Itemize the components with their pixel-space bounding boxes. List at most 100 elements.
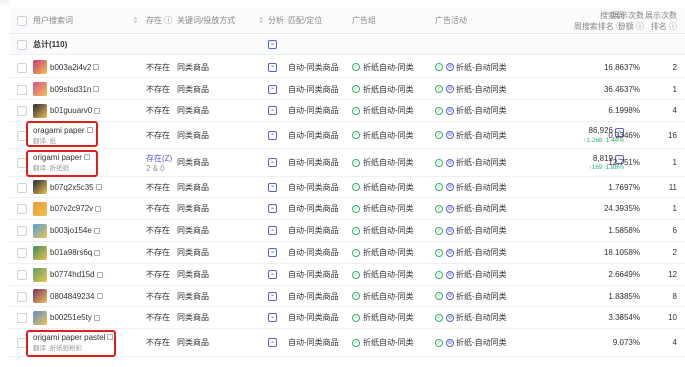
trend-chart-icon[interactable]: ⌁ [268,182,277,192]
keyword-text[interactable]: b003jo154e [50,226,92,235]
row-checkbox[interactable] [17,270,27,280]
trend-chart-icon[interactable]: ⌁ [268,270,277,279]
adgroup-cell[interactable]: ✓ 折纸自动-同类 [352,198,414,219]
adgroup-cell[interactable]: ✓ 折纸自动-同类 [352,100,414,121]
adgroup-cell[interactable]: ✓ 折纸自动-同类 [352,122,414,148]
adgroup-name[interactable]: 折纸自动-同类 [363,312,414,323]
campaign-cell[interactable]: ✓ ⚙ 折纸-自动同类 [435,100,507,121]
keyword-text[interactable]: b01a98rs6q [50,248,92,257]
adgroup-cell[interactable]: ✓ 折纸自动-同类 [352,177,414,197]
campaign-cell[interactable]: ✓ ⚙ 折纸-自动同类 [435,220,507,241]
row-checkbox[interactable] [17,40,27,50]
campaign-name[interactable]: 折纸-自动同类 [456,247,507,258]
total-chart-icon[interactable]: ⌁ [268,35,277,54]
adgroup-name[interactable]: 折纸自动-同类 [363,291,414,302]
sort-icon[interactable]: ⇕ [132,16,139,25]
adgroup-cell[interactable]: ✓ 折纸自动-同类 [352,79,414,99]
adgroup-name[interactable]: 折纸自动-同类 [363,203,414,214]
campaign-cell[interactable]: ✓ ⚙ 折纸-自动同类 [435,242,507,263]
product-thumbnail[interactable] [33,223,47,238]
adgroup-cell[interactable]: ✓ 折纸自动-同类 [352,286,414,306]
adgroup-name[interactable]: 折纸自动-同类 [363,130,414,141]
campaign-cell[interactable]: ✓ ⚙ 折纸-自动同类 [435,79,507,99]
trend-chart-icon[interactable]: ⌁ [268,106,277,115]
campaign-name[interactable]: 折纸-自动同类 [456,105,507,116]
row-checkbox[interactable] [17,62,27,73]
adgroup-cell[interactable]: ✓ 折纸自动-同类 [352,57,414,77]
campaign-name[interactable]: 折纸-自动同类 [456,182,507,193]
campaign-name[interactable]: 折纸-自动同类 [456,203,507,214]
product-thumbnail[interactable] [33,60,47,74]
campaign-cell[interactable]: ✓ ⚙ 折纸-自动同类 [435,264,507,285]
campaign-cell[interactable]: ✓ ⚙ 折纸-自动同类 [435,177,507,197]
adgroup-cell[interactable]: ✓ 折纸自动-同类 [352,307,414,328]
keyword-text[interactable]: b07q2x5c35 [50,183,94,192]
adgroup-cell[interactable]: ✓ 折纸自动-同类 [352,264,414,285]
adgroup-cell[interactable]: ✓ 折纸自动-同类 [352,329,414,356]
trend-chart-icon[interactable]: ⌁ [268,291,277,301]
keyword-text[interactable]: b09sfsd31n [50,85,91,94]
row-checkbox[interactable] [17,204,27,214]
col-keyword-sort[interactable]: ⇕ [129,8,139,33]
adgroup-name[interactable]: 折纸自动-同类 [363,62,414,73]
campaign-cell[interactable]: ✓ ⚙ 折纸-自动同类 [435,198,507,219]
campaign-name[interactable]: 折纸-自动同类 [456,62,507,73]
adgroup-name[interactable]: 折纸自动-同类 [363,269,414,280]
trend-chart-icon[interactable]: ⌁ [268,62,277,72]
external-link-icon[interactable] [93,314,100,321]
external-link-icon[interactable] [96,271,103,278]
row-checkbox[interactable] [17,106,27,116]
adgroup-name[interactable]: 折纸自动-同类 [363,84,414,95]
adgroup-cell[interactable]: ✓ 折纸自动-同类 [352,242,414,263]
campaign-name[interactable]: 折纸-自动同类 [456,130,507,141]
adgroup-name[interactable]: 折纸自动-同类 [363,247,414,258]
campaign-cell[interactable]: ✓ ⚙ 折纸-自动同类 [435,122,507,148]
keyword-text[interactable]: b07v2c972v [50,204,93,213]
trend-chart-icon[interactable]: ⌁ [268,248,277,257]
campaign-name[interactable]: 折纸-自动同类 [456,337,507,348]
sort-icon[interactable]: ⇕ [258,16,265,25]
external-link-icon[interactable] [93,86,100,92]
product-thumbnail[interactable] [33,180,47,194]
adgroup-cell[interactable]: ✓ 折纸自动-同类 [352,149,414,176]
keyword-text[interactable]: b0774hd15d [50,270,95,279]
select-all-checkbox[interactable] [17,16,27,26]
col-type-sort[interactable]: ⇕ [255,8,265,33]
campaign-name[interactable]: 折纸-自动同类 [456,291,507,302]
trend-chart-icon[interactable]: ⌁ [268,338,277,347]
row-checkbox[interactable] [17,291,27,302]
keyword-text[interactable]: 0804849234 [50,292,95,301]
product-thumbnail[interactable] [33,267,47,282]
product-thumbnail[interactable] [33,289,47,303]
keyword-text[interactable]: b01guuarv0 [50,106,92,115]
adgroup-name[interactable]: 折纸自动-同类 [363,337,414,348]
campaign-name[interactable]: 折纸-自动同类 [456,269,507,280]
exists-link[interactable]: 存在(Z) [146,153,172,164]
campaign-cell[interactable]: ✓ ⚙ 折纸-自动同类 [435,329,507,356]
external-link-icon[interactable] [95,184,102,190]
adgroup-name[interactable]: 折纸自动-同类 [363,182,414,193]
campaign-name[interactable]: 折纸-自动同类 [456,312,507,323]
adgroup-name[interactable]: 折纸自动-同类 [363,157,414,168]
campaign-cell[interactable]: ✓ ⚙ 折纸-自动同类 [435,307,507,328]
campaign-cell[interactable]: ✓ ⚙ 折纸-自动同类 [435,286,507,306]
row-checkbox[interactable] [17,313,27,323]
external-link-icon[interactable] [95,205,102,212]
trend-chart-icon[interactable]: ⌁ [268,84,277,94]
row-checkbox[interactable] [17,226,27,236]
external-link-icon[interactable] [94,107,101,114]
campaign-name[interactable]: 折纸-自动同类 [456,84,507,95]
product-thumbnail[interactable] [33,245,47,260]
campaign-cell[interactable]: ✓ ⚙ 折纸-自动同类 [435,57,507,77]
product-thumbnail[interactable] [33,310,47,325]
adgroup-cell[interactable]: ✓ 折纸自动-同类 [352,220,414,241]
campaign-cell[interactable]: ✓ ⚙ 折纸-自动同类 [435,149,507,176]
product-thumbnail[interactable] [33,82,47,96]
external-link-icon[interactable] [93,64,100,70]
product-thumbnail[interactable] [33,201,47,216]
row-checkbox[interactable] [17,84,27,95]
trend-chart-icon[interactable]: ⌁ [268,130,277,140]
keyword-text[interactable]: b003a2i4v2 [50,63,91,72]
external-link-icon[interactable] [94,249,101,256]
trend-chart-icon[interactable]: ⌁ [268,226,277,235]
